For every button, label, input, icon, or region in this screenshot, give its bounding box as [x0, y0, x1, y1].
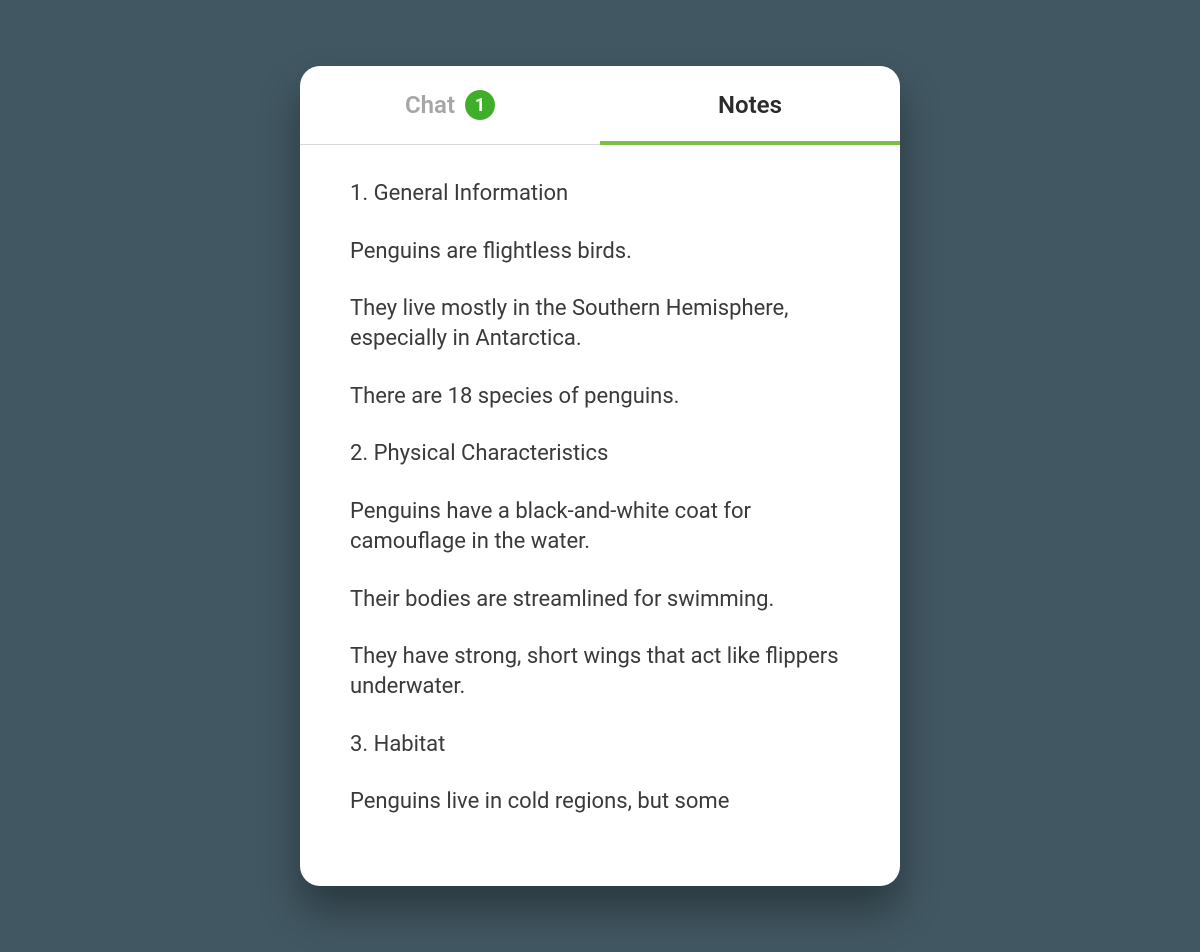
- notes-line: Penguins are flightless birds.: [350, 237, 850, 267]
- notes-line: Their bodies are streamlined for swimmin…: [350, 585, 850, 615]
- notes-line: Penguins have a black-and-white coat for…: [350, 497, 850, 556]
- tab-chat-label: Chat: [405, 91, 455, 119]
- notes-content[interactable]: 1. General Information Penguins are flig…: [300, 145, 900, 886]
- notes-line: They have strong, short wings that act l…: [350, 642, 850, 701]
- notes-line: There are 18 species of penguins.: [350, 382, 850, 412]
- notes-line: 2. Physical Characteristics: [350, 439, 850, 469]
- notes-panel: Chat 1 Notes 1. General Information Peng…: [300, 66, 900, 886]
- tab-bar: Chat 1 Notes: [300, 66, 900, 145]
- notes-line: Penguins live in cold regions, but some: [350, 787, 850, 817]
- chat-unread-badge: 1: [465, 90, 495, 120]
- tab-notes[interactable]: Notes: [600, 66, 900, 144]
- notes-line: They live mostly in the Southern Hemisph…: [350, 294, 850, 353]
- tab-notes-label: Notes: [718, 91, 782, 119]
- notes-line: 1. General Information: [350, 179, 850, 209]
- notes-line: 3. Habitat: [350, 730, 850, 760]
- tab-chat[interactable]: Chat 1: [300, 66, 600, 144]
